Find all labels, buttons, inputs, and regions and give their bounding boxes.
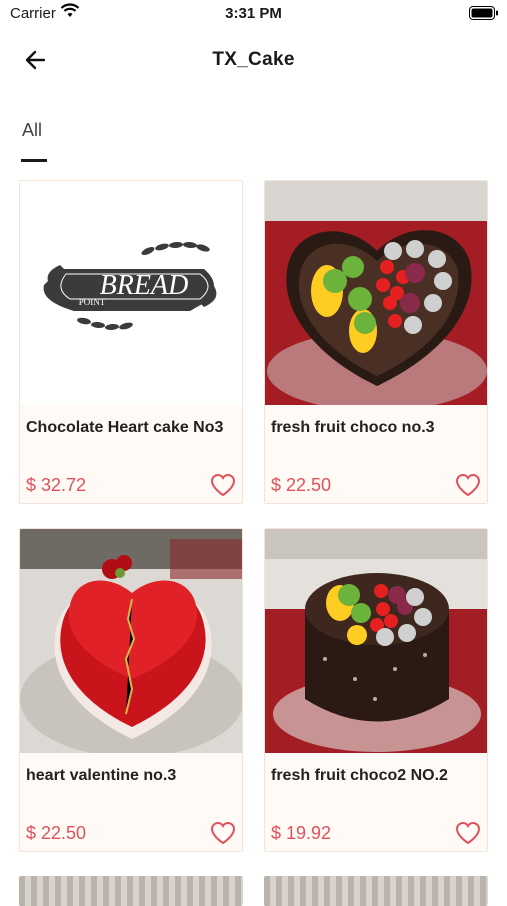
heart-chocolate-fruit-cake-image xyxy=(265,181,487,405)
product-image xyxy=(265,181,487,405)
round-chocolate-fruit-cake-image xyxy=(265,529,487,753)
wheat-top xyxy=(141,241,210,256)
product-card[interactable]: heart valentine no.3 $ 22.50 xyxy=(19,528,243,852)
product-image xyxy=(20,529,242,753)
heart-icon[interactable] xyxy=(210,821,236,845)
logo-text-bread: BREAD xyxy=(100,270,189,301)
heart-icon[interactable] xyxy=(455,821,481,845)
product-image xyxy=(265,529,487,753)
product-card[interactable]: fresh fruit choco no.3 $ 22.50 xyxy=(264,180,488,504)
product-price: $ 19.92 xyxy=(271,823,332,843)
red-heart-valentine-cake-image xyxy=(20,529,242,753)
heart-icon[interactable] xyxy=(455,473,481,497)
product-card[interactable]: fresh fruit choco2 NO.2 $ 19.92 xyxy=(264,528,488,852)
heart-icon[interactable] xyxy=(210,473,236,497)
bread-point-logo: BREAD POINT xyxy=(43,241,217,331)
product-name: fresh fruit choco no.3 xyxy=(271,419,435,436)
product-card-partial[interactable] xyxy=(19,876,243,906)
product-image: BREAD POINT xyxy=(20,181,242,405)
category-tabs: All xyxy=(0,108,507,168)
product-name: Chocolate Heart cake No3 xyxy=(26,419,224,436)
page-title: TX_Cake xyxy=(212,49,295,70)
tab-all[interactable]: All xyxy=(22,120,42,141)
logo-text-point: POINT xyxy=(79,297,106,307)
product-card-partial[interactable] xyxy=(264,876,488,906)
product-card[interactable]: BREAD POINT Chocolate Heart cake No3 $ 3… xyxy=(19,180,243,504)
clock: 3:31 PM xyxy=(225,5,282,22)
product-price: $ 22.50 xyxy=(271,475,332,495)
wheat-bottom xyxy=(77,317,133,331)
nav-bar: TX_Cake xyxy=(0,28,507,92)
tab-selected-indicator xyxy=(21,159,47,162)
product-price: $ 22.50 xyxy=(26,823,87,843)
product-name: heart valentine no.3 xyxy=(26,767,177,784)
product-price: $ 32.72 xyxy=(26,475,87,495)
battery-icon xyxy=(469,6,498,20)
product-name: fresh fruit choco2 NO.2 xyxy=(271,767,448,784)
status-bar: Carrier 3:31 PM xyxy=(0,0,507,28)
